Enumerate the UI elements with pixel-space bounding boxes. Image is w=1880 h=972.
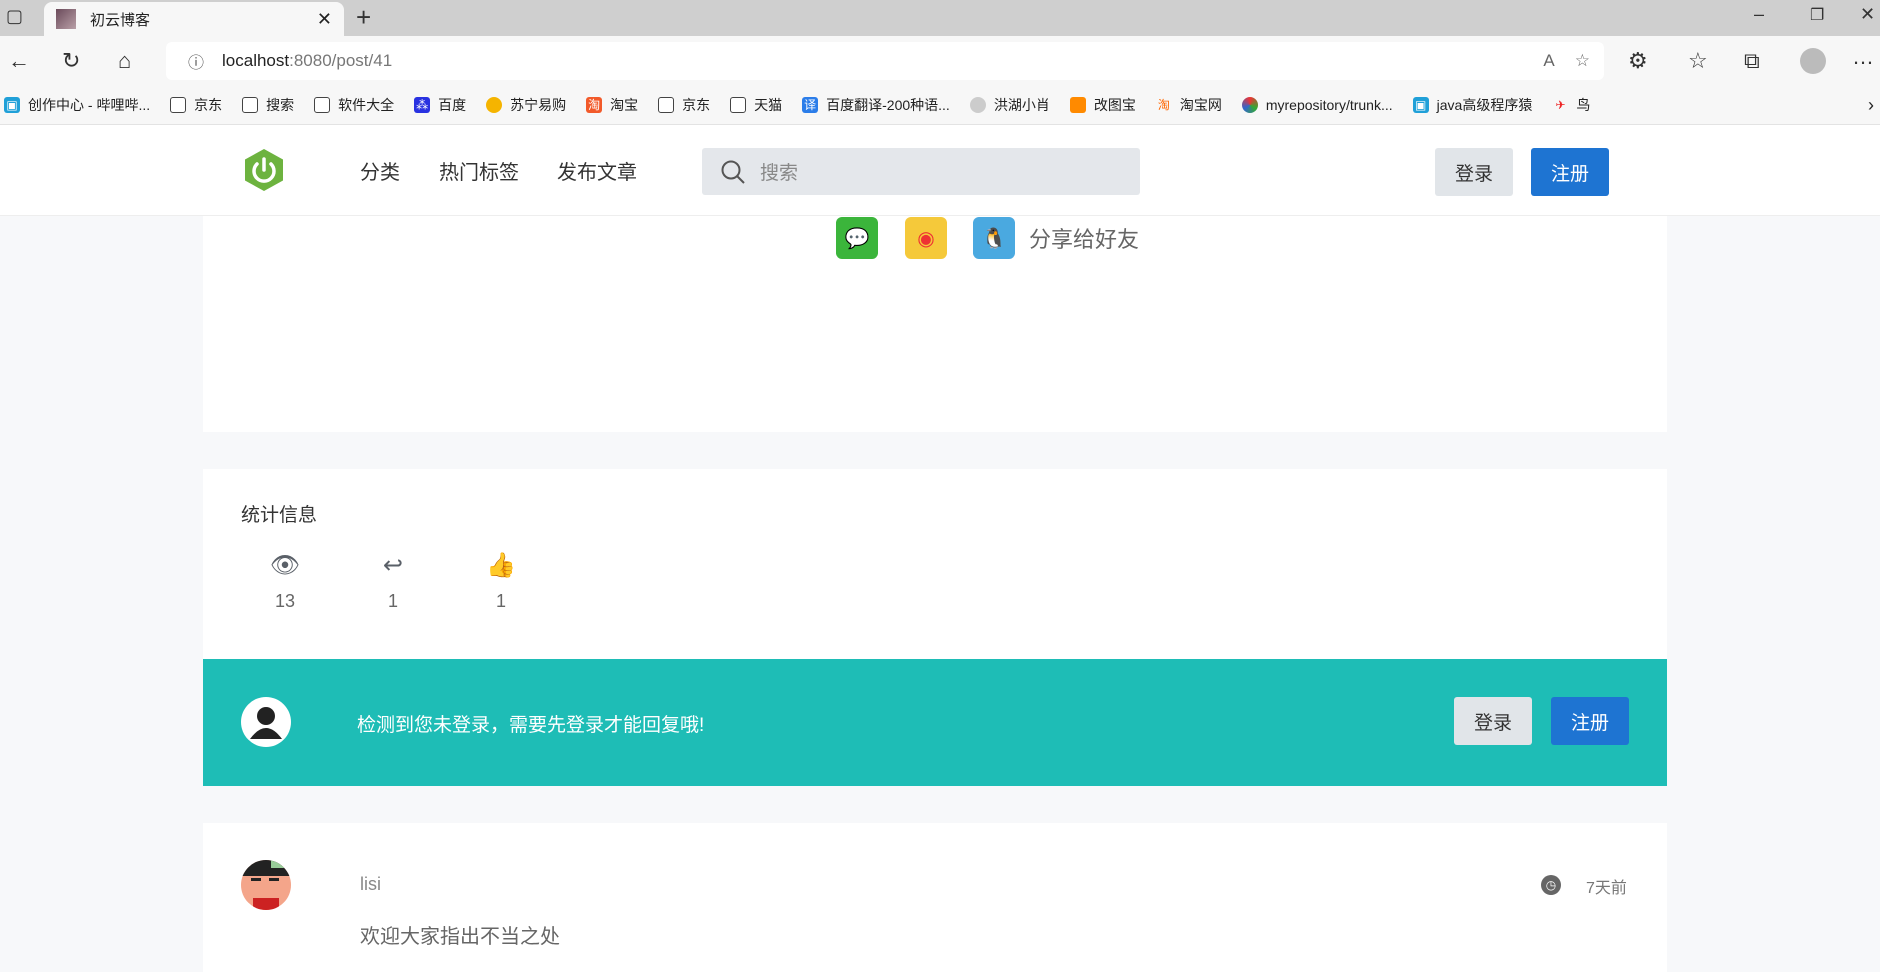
url-host: localhost <box>222 51 290 70</box>
read-aloud-icon[interactable]: A <box>1543 51 1554 71</box>
stats-card: 统计信息 👁 13 ↩ 1 👍 1 <box>203 469 1667 659</box>
qq-share-icon[interactable]: 🐧 <box>973 217 1015 259</box>
user-avatar-icon <box>241 697 291 747</box>
bookmark[interactable]: myrepository/trunk... <box>1241 97 1393 113</box>
tab-actions-icon[interactable]: ▢ <box>6 6 23 27</box>
weibo-share-icon[interactable]: ◉ <box>905 217 947 259</box>
nav-publish[interactable]: 发布文章 <box>557 156 637 185</box>
likes-stat: 👍 1 <box>471 551 531 612</box>
wechat-share-icon[interactable]: 💬 <box>836 217 878 259</box>
close-tab-icon[interactable]: ✕ <box>317 9 332 30</box>
commenter-avatar[interactable] <box>241 860 291 910</box>
login-prompt-banner: 检测到您未登录，需要先登录才能回复哦! 登录 注册 <box>203 659 1667 786</box>
browser-tab[interactable]: 初云博客 ✕ <box>44 2 344 36</box>
views-stat: 👁 13 <box>255 551 315 612</box>
thumbs-up-icon: 👍 <box>486 552 516 579</box>
bookmark[interactable]: 天猫 <box>730 95 782 115</box>
back-icon[interactable]: ← <box>8 48 30 74</box>
bookmark[interactable]: ✈ 鸟 <box>1552 95 1590 115</box>
comment-content: 欢迎大家指出不当之处 <box>360 926 560 948</box>
reply-icon: ↩ <box>382 552 404 579</box>
search-icon <box>721 160 745 184</box>
restore-icon[interactable]: ❐ <box>1810 5 1824 25</box>
bookmark[interactable]: 淘淘宝 <box>586 95 638 115</box>
minimize-icon[interactable]: – <box>1754 4 1764 25</box>
bookmark[interactable]: 搜索 <box>242 95 294 115</box>
tab-title: 初云博客 <box>90 11 151 29</box>
logo-icon[interactable] <box>242 148 286 192</box>
register-button[interactable]: 注册 <box>1531 148 1609 196</box>
add-favorite-icon[interactable]: ☆ <box>1575 51 1590 71</box>
login-prompt-message: 检测到您未登录，需要先登录才能回复哦! <box>357 715 705 736</box>
url-path: :8080/post/41 <box>289 51 393 70</box>
bookmark[interactable]: 改图宝 <box>1069 95 1136 115</box>
collections-icon[interactable]: ⧉ <box>1744 48 1760 74</box>
replies-stat: ↩ 1 <box>363 551 423 612</box>
bookmark[interactable]: 苏宁易购 <box>486 95 566 115</box>
more-bookmarks-icon[interactable]: › <box>1868 95 1874 116</box>
profile-avatar[interactable] <box>1800 48 1826 74</box>
close-window-icon[interactable]: ✕ <box>1860 4 1875 25</box>
bookmark[interactable]: ▣ 创作中心 - 哔哩哔... <box>4 95 150 115</box>
favorites-icon[interactable]: ☆ <box>1688 48 1708 74</box>
favicon-icon <box>56 9 76 29</box>
more-icon[interactable]: … <box>1852 44 1874 70</box>
bookmarks-bar: ▣ 创作中心 - 哔哩哔... 京东 搜索 软件大全 ⁂ 百度 苏宁易购 淘淘宝 京… <box>0 86 1880 125</box>
share-label: 分享给好友 <box>1029 227 1140 252</box>
nav-category[interactable]: 分类 <box>360 156 400 185</box>
address-bar[interactable]: ⓘ localhost:8080/post/41 A ☆ <box>166 42 1604 80</box>
home-icon[interactable]: ⌂ <box>118 48 131 74</box>
comment-time: 7天前 <box>1586 880 1627 897</box>
comment-author[interactable]: lisi <box>360 874 381 895</box>
new-tab-icon[interactable]: + <box>356 2 371 33</box>
bookmark[interactable]: 京东 <box>170 95 222 115</box>
nav-hot-tags[interactable]: 热门标签 <box>439 156 519 185</box>
comment-item: lisi ◷ 7天前 欢迎大家指出不当之处 <box>203 823 1667 972</box>
bookmark[interactable]: 洪湖小肖 <box>969 95 1050 115</box>
bookmark[interactable]: ▣ java高级程序猿 <box>1412 95 1532 115</box>
bookmark[interactable]: 淘淘宝网 <box>1156 95 1222 115</box>
login-button[interactable]: 登录 <box>1435 148 1513 196</box>
bookmark[interactable]: ⁂ 百度 <box>414 95 466 115</box>
extensions-icon[interactable]: ⚙ <box>1628 48 1648 74</box>
info-icon: ⓘ <box>188 55 205 72</box>
eye-icon: 👁 <box>269 552 301 579</box>
bookmark[interactable]: 译百度翻译-200种语... <box>802 95 950 115</box>
stats-title: 统计信息 <box>241 505 318 526</box>
browser-tab-bar: ▢ 初云博客 ✕ + – ❐ ✕ <box>0 0 1880 36</box>
banner-login-button[interactable]: 登录 <box>1454 697 1532 745</box>
refresh-icon[interactable]: ↻ <box>62 48 80 74</box>
bookmark[interactable]: 软件大全 <box>314 95 394 115</box>
banner-register-button[interactable]: 注册 <box>1551 697 1629 745</box>
clock-icon: ◷ <box>1541 875 1561 895</box>
bookmark[interactable]: 京东 <box>658 95 710 115</box>
search-input[interactable]: 搜索 <box>702 148 1140 195</box>
